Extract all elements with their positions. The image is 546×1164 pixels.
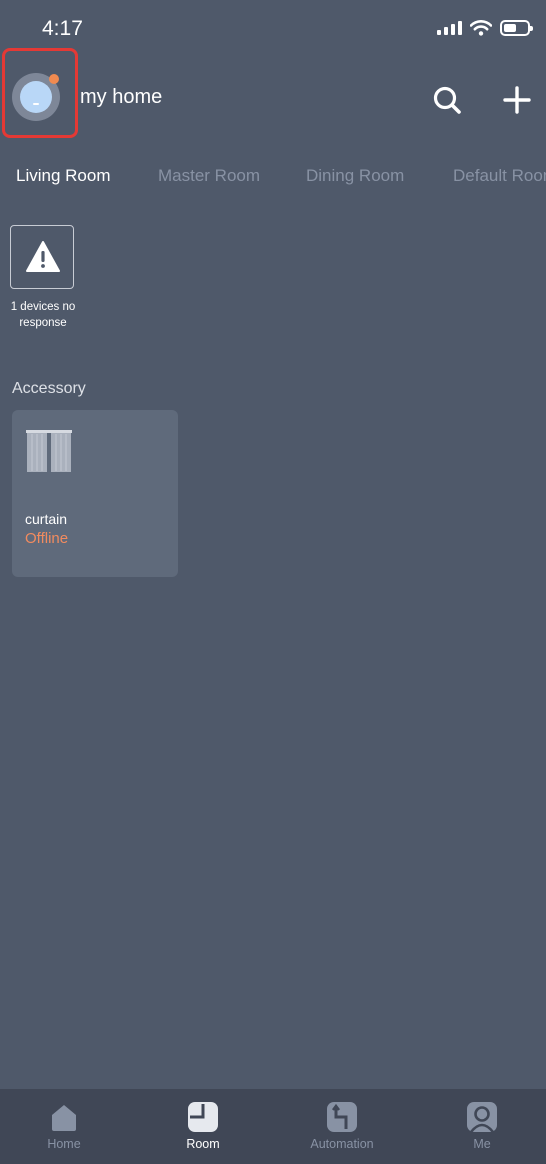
nav-label-automation: Automation — [310, 1137, 374, 1151]
tab-living-room[interactable]: Living Room — [16, 166, 111, 186]
nav-label-me: Me — [473, 1137, 491, 1151]
nav-room[interactable]: Room — [148, 1101, 258, 1161]
notification-dot — [49, 74, 59, 84]
nav-label-home: Home — [47, 1137, 81, 1151]
tab-dining-room[interactable]: Dining Room — [306, 166, 404, 186]
nav-label-room: Room — [186, 1137, 220, 1151]
tab-master-room[interactable]: Master Room — [158, 166, 260, 186]
nav-me[interactable]: Me — [427, 1101, 537, 1161]
home-avatar-icon — [20, 81, 52, 113]
warning-icon — [26, 241, 60, 272]
device-card-curtain[interactable]: curtain Offline — [12, 410, 178, 577]
room-icon — [188, 1102, 218, 1132]
curtain-icon — [26, 430, 72, 472]
status-icons — [437, 20, 533, 36]
alert-caption: 1 devices no response — [10, 301, 76, 329]
no-response-alert-button[interactable] — [10, 225, 74, 289]
automation-icon — [327, 1102, 357, 1132]
signal-icon — [437, 21, 462, 35]
home-title[interactable]: my home — [80, 86, 162, 109]
search-icon[interactable] — [430, 83, 464, 117]
nav-home[interactable]: Home — [9, 1101, 119, 1161]
person-icon — [467, 1102, 497, 1133]
wifi-icon — [470, 20, 492, 36]
home-icon — [52, 1105, 76, 1131]
bottom-nav: Home Room Automation Me — [0, 1089, 546, 1164]
room-tabs: Living Room Master Room Dining Room Defa… — [16, 166, 546, 190]
status-time: 4:17 — [42, 17, 83, 40]
device-status: Offline — [25, 530, 69, 547]
nav-automation[interactable]: Automation — [287, 1101, 397, 1161]
section-label-accessory: Accessory — [12, 380, 86, 397]
plus-icon[interactable] — [500, 83, 534, 117]
battery-icon — [500, 20, 533, 36]
status-bar: 4:17 — [0, 0, 546, 60]
tab-default-room[interactable]: Default Room — [453, 166, 546, 186]
device-name: curtain — [25, 511, 68, 527]
